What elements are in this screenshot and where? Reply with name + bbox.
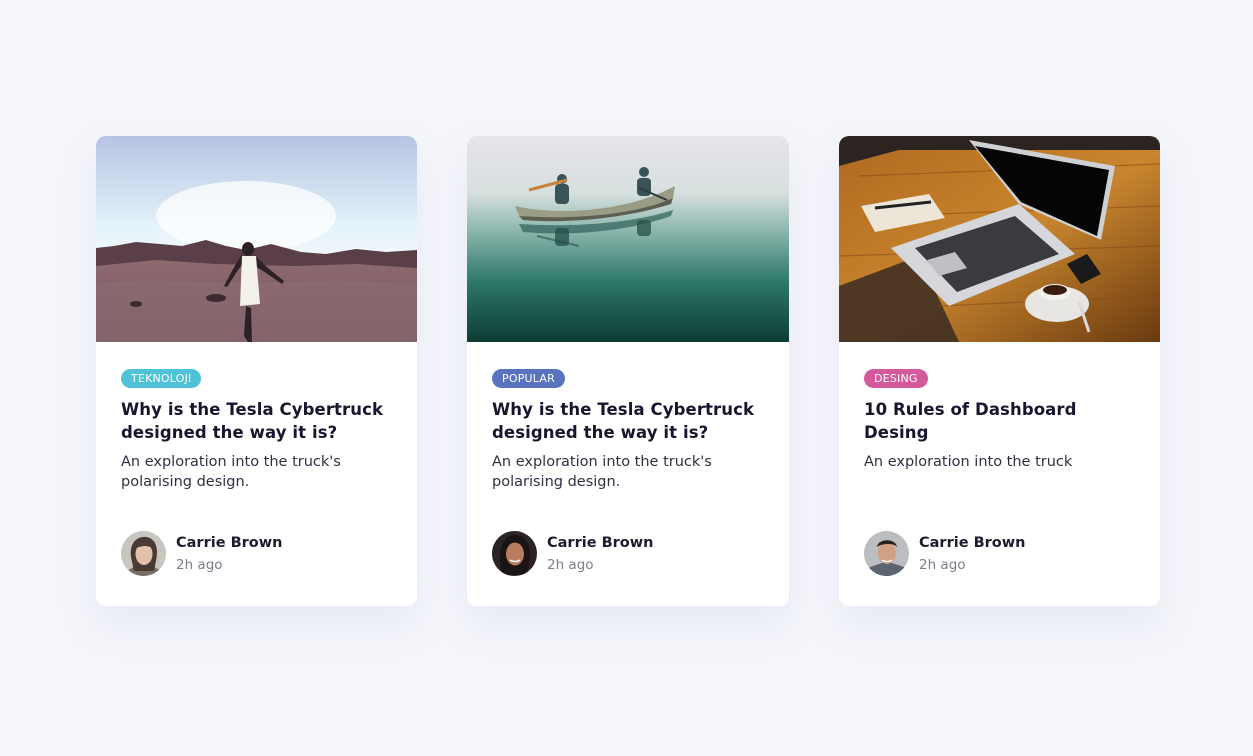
avatar[interactable] [492,531,537,576]
category-badge[interactable]: DESING [864,369,928,388]
card-title[interactable]: 10 Rules of Dashboard Desing [864,398,1142,444]
post-time: 2h ago [919,556,966,573]
post-time: 2h ago [176,556,223,573]
author-info: Carrie Brown 2h ago [492,531,653,576]
card-title[interactable]: Why is the Tesla Cybertruck designed the… [121,398,399,444]
post-time: 2h ago [547,556,594,573]
card-body: POPULAR Why is the Tesla Cybertruck desi… [492,367,771,492]
category-badge[interactable]: TEKNOLOJI [121,369,202,388]
card-title[interactable]: Why is the Tesla Cybertruck designed the… [492,398,771,444]
author-info: Carrie Brown 2h ago [864,531,1025,576]
article-card[interactable]: TEKNOLOJI Why is the Tesla Cybertruck de… [96,136,417,606]
card-image-canoe[interactable] [467,136,789,342]
author-info: Carrie Brown 2h ago [121,531,282,576]
card-list: TEKNOLOJI Why is the Tesla Cybertruck de… [96,136,1160,606]
author-name[interactable]: Carrie Brown [176,534,282,552]
card-description: An exploration into the truck's polarisi… [492,454,712,490]
avatar[interactable] [864,531,909,576]
category-badge[interactable]: POPULAR [492,369,565,388]
card-image-laptop[interactable] [839,136,1160,342]
card-description: An exploration into the truck's polarisi… [121,454,341,490]
article-card[interactable]: DESING 10 Rules of Dashboard Desing An e… [839,136,1160,606]
avatar[interactable] [121,531,166,576]
card-body: TEKNOLOJI Why is the Tesla Cybertruck de… [121,367,399,492]
author-name[interactable]: Carrie Brown [547,534,653,552]
card-description: An exploration into the truck [864,454,1073,470]
article-card[interactable]: POPULAR Why is the Tesla Cybertruck desi… [467,136,789,606]
card-image-desert[interactable] [96,136,417,342]
card-body: DESING 10 Rules of Dashboard Desing An e… [864,367,1142,472]
author-name[interactable]: Carrie Brown [919,534,1025,552]
